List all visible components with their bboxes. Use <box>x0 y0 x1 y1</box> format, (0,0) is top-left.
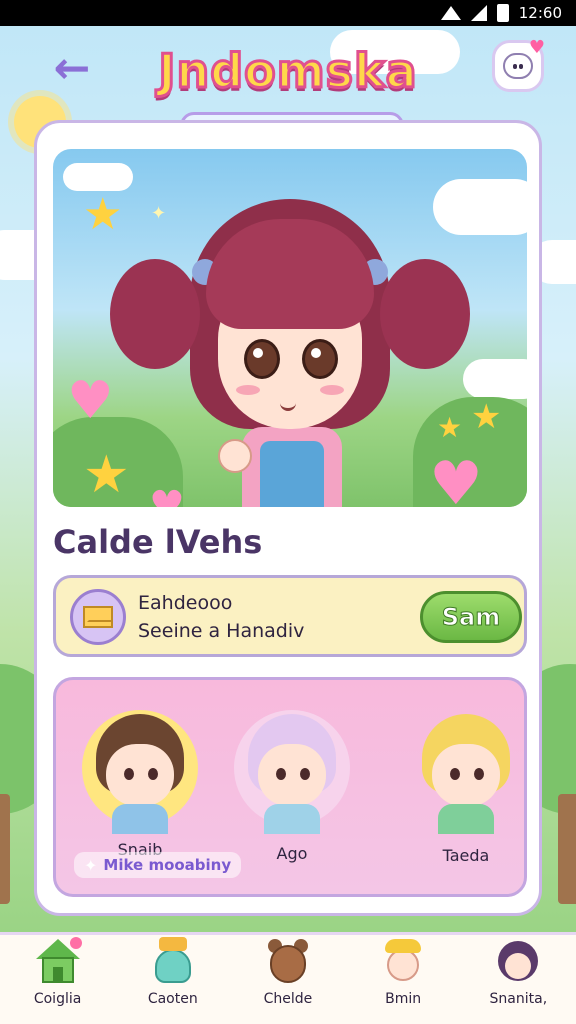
sam-button[interactable]: Sam <box>420 591 522 643</box>
mascot-button[interactable]: ♥ <box>492 37 545 92</box>
nav-item-character[interactable]: Bmin <box>353 935 453 1024</box>
nav-item-home[interactable]: Coiglia <box>8 935 108 1024</box>
nav-label: Caoten <box>147 991 198 1007</box>
heart-icon: ♥ <box>149 483 185 507</box>
chibi-girl-character <box>110 189 470 507</box>
heart-icon: ♥ <box>528 37 545 58</box>
sparkle-icon: ✦ <box>151 203 167 224</box>
nav-item-bear[interactable]: Chelde <box>238 935 338 1024</box>
battery-icon <box>496 4 509 22</box>
status-time: 12:60 <box>518 4 562 22</box>
friend-card-3[interactable]: Taeda <box>402 700 524 880</box>
house-icon <box>34 937 82 985</box>
bottom-nav: Coiglia Caoten Chelde Bmin Snanita, <box>0 932 576 1024</box>
bear-icon <box>264 937 312 985</box>
back-arrow-icon: ← <box>53 42 91 94</box>
nav-item-slime[interactable]: Caoten <box>123 935 223 1024</box>
section-title: Calde lVehs <box>53 523 263 561</box>
nav-label: Coiglia <box>33 991 82 1007</box>
heart-icon: ♥ <box>429 449 483 507</box>
app-title: Jndomska <box>157 43 418 100</box>
sparkle-icon: ✦ <box>84 855 98 875</box>
girl-avatar-icon <box>494 937 542 985</box>
friend-name: Ago <box>276 844 308 863</box>
mail-button[interactable] <box>70 589 126 645</box>
nav-item-profile[interactable]: Snanita, <box>468 935 568 1024</box>
friends-panel: Snaib Ago Taeda ✦ Mike mooabiny <box>53 677 527 897</box>
character-portrait: ★ ✦ ♥ ★ ♥ ★ ★ ♥ <box>53 149 527 507</box>
friend-card-2[interactable]: Ago <box>228 700 356 880</box>
back-button[interactable]: ← <box>44 40 100 96</box>
character-icon <box>379 937 427 985</box>
info-title: Eahdeooo <box>138 592 233 614</box>
envelope-icon <box>83 606 113 628</box>
nav-label: Chelde <box>263 991 313 1007</box>
star-icon: ★ <box>471 397 502 437</box>
info-panel: Eahdeooo Seeine a Hanadiv Sam <box>53 575 527 657</box>
star-icon: ★ <box>83 189 123 240</box>
nav-label: Bmin <box>385 991 422 1007</box>
friends-banner[interactable]: ✦ Mike mooabiny <box>74 852 242 878</box>
friends-banner-label: Mike mooabiny <box>103 856 232 874</box>
nav-label: Snanita, <box>489 991 548 1007</box>
wifi-icon <box>440 6 461 20</box>
friend-name: Taeda <box>442 846 490 865</box>
info-description: Seeine a Hanadiv <box>138 620 305 642</box>
heart-icon: ♥ <box>67 371 114 431</box>
signal-icon <box>470 5 487 21</box>
star-icon: ★ <box>437 411 463 444</box>
main-card: ★ ✦ ♥ ★ ♥ ★ ★ ♥ Calde lVehs Eahdeooo See… <box>34 120 542 916</box>
status-bar: 12:60 <box>0 0 576 26</box>
slime-icon <box>149 937 197 985</box>
star-icon: ★ <box>83 445 130 505</box>
